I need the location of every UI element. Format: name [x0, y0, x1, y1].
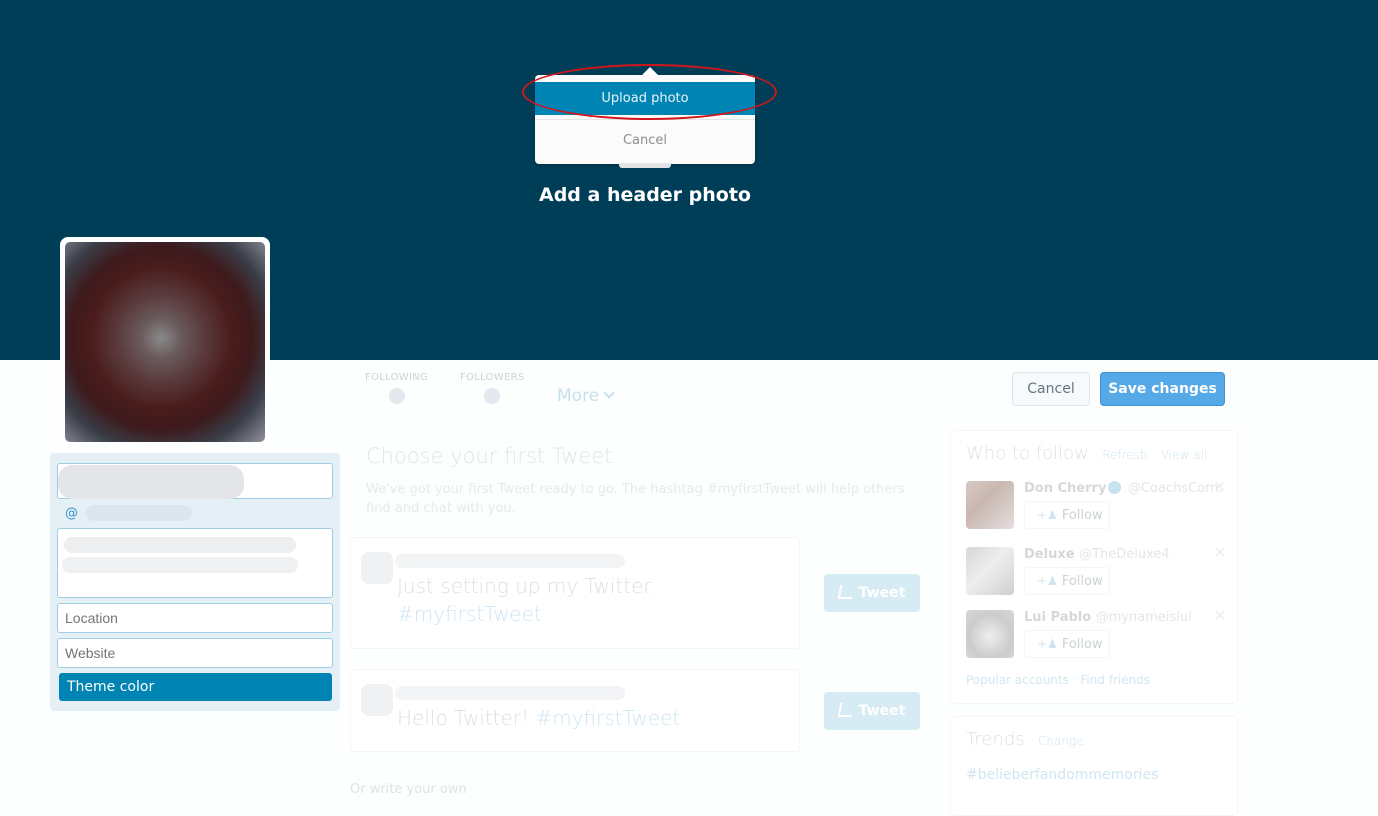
redacted-handle — [86, 505, 192, 521]
add-user-icon: +♟ — [1037, 637, 1058, 651]
tweet-suggestion-text: Just setting up my Twitter. #myfirstTwee… — [397, 572, 656, 628]
who-to-follow-module: Who to follow · Refresh · View all Don C… — [950, 430, 1238, 704]
upload-photo-button[interactable]: Upload photo — [535, 82, 755, 115]
stat-following[interactable]: FOLLOWING — [365, 372, 428, 404]
first-tweet-description: We've got your first Tweet ready to go. … — [366, 482, 905, 516]
dismiss-icon[interactable]: ✕ — [1213, 477, 1226, 496]
redacted-user-name — [395, 554, 625, 568]
who-to-follow-title: Who to follow — [966, 443, 1089, 464]
dismiss-icon[interactable]: ✕ — [1213, 543, 1226, 562]
hashtag-link[interactable]: #myfirstTweet — [397, 602, 542, 626]
chevron-down-icon — [603, 387, 615, 399]
menu-tab — [619, 163, 671, 168]
follow-button[interactable]: +♟ Follow — [1024, 567, 1110, 595]
redacted-name — [58, 465, 244, 499]
trends-header: Trends · Change — [966, 729, 1084, 750]
account-handle: @mynameislui — [1095, 610, 1192, 625]
account-name[interactable]: Don Cherry @CoachsCorn. — [1024, 481, 1223, 496]
who-to-follow-header: Who to follow · Refresh · View all — [966, 443, 1207, 464]
account-avatar[interactable] — [966, 547, 1014, 595]
follow-button[interactable]: +♟ Follow — [1024, 501, 1110, 529]
account-avatar[interactable] — [966, 481, 1014, 529]
menu-divider — [535, 119, 755, 120]
add-user-icon: +♟ — [1037, 574, 1058, 588]
account-handle: @CoachsCorn. — [1127, 481, 1223, 496]
account-name[interactable]: Deluxe @TheDeluxe4 — [1024, 547, 1170, 562]
compose-quill-icon — [837, 703, 854, 717]
name-field[interactable] — [57, 463, 333, 499]
trends-title: Trends — [966, 729, 1025, 750]
avatar-image — [65, 242, 265, 442]
tweet-button[interactable]: Tweet — [824, 692, 920, 730]
cancel-menu-button[interactable]: Cancel — [535, 127, 755, 155]
add-user-icon: +♟ — [1037, 508, 1058, 522]
user-avatar-placeholder — [361, 552, 393, 584]
compose-quill-icon — [837, 585, 854, 599]
redacted-bio-line — [62, 557, 298, 573]
menu-caret — [642, 67, 658, 75]
redacted-user-name — [395, 686, 625, 700]
account-name[interactable]: Lui Pablo @mynameislui — [1024, 610, 1192, 625]
at-symbol: @ — [65, 506, 78, 521]
tweet-suggestion-card: Hello Twitter! #myfirstTweet — [350, 669, 800, 752]
suggested-account: Deluxe @TheDeluxe4 +♟ Follow ✕ — [966, 543, 1231, 597]
tweet-text: Just setting up my Twitter. — [397, 574, 657, 598]
more-dropdown[interactable]: More — [557, 386, 615, 406]
theme-color-button[interactable]: Theme color — [59, 673, 332, 701]
view-all-link[interactable]: · View all — [1153, 448, 1207, 462]
account-handle: @TheDeluxe4 — [1079, 547, 1170, 562]
tweet-text: Hello Twitter! — [397, 706, 530, 730]
suggested-account: Lui Pablo @mynameislui +♟ Follow ✕ — [966, 606, 1231, 660]
verified-badge-icon — [1108, 481, 1122, 494]
tweet-suggestion-card: Just setting up my Twitter. #myfirstTwee… — [350, 537, 800, 649]
website-field[interactable] — [57, 638, 333, 668]
tweet-suggestion-text: Hello Twitter! #myfirstTweet — [397, 704, 680, 732]
stat-label: FOLLOWING — [365, 372, 429, 383]
tweet-button[interactable]: Tweet — [824, 574, 920, 612]
suggested-account: Don Cherry @CoachsCorn. +♟ Follow ✕ — [966, 477, 1231, 531]
tweet-button-label: Tweet — [858, 585, 906, 601]
stat-count-placeholder — [388, 388, 405, 404]
tweet-button-label: Tweet — [858, 703, 906, 719]
photo-options-menu: Upload photo Cancel — [535, 67, 755, 168]
change-trends-link[interactable]: · Change — [1030, 734, 1083, 748]
stat-label: FOLLOWERS — [460, 372, 525, 383]
profile-avatar[interactable] — [60, 237, 270, 443]
bio-field[interactable] — [57, 528, 333, 598]
dismiss-icon[interactable]: ✕ — [1213, 606, 1226, 625]
account-avatar[interactable] — [966, 610, 1014, 658]
who-to-follow-footer: Popular accounts · Find friends — [966, 673, 1150, 687]
write-your-own-label: Or write your own — [350, 782, 467, 797]
trend-link[interactable]: #belieberfandommemories — [966, 767, 1158, 783]
first-tweet-title: Choose your first Tweet — [366, 444, 613, 468]
hashtag-link[interactable]: #myfirstTweet — [535, 706, 680, 730]
location-field[interactable] — [57, 603, 333, 633]
stat-count-placeholder — [484, 388, 501, 404]
redacted-bio-line — [64, 537, 296, 553]
trends-module: Trends · Change #belieberfandommemories — [950, 716, 1238, 816]
user-avatar-placeholder — [361, 684, 393, 716]
save-changes-button[interactable]: Save changes — [1100, 372, 1225, 406]
add-header-photo-label: Add a header photo — [539, 184, 751, 206]
stat-followers[interactable]: FOLLOWERS — [460, 372, 524, 404]
edit-profile-panel: @ Theme color — [50, 453, 340, 711]
find-friends-link[interactable]: · Find friends — [1073, 673, 1150, 687]
more-label: More — [557, 386, 600, 406]
refresh-link[interactable]: · Refresh — [1095, 448, 1148, 462]
follow-button[interactable]: +♟ Follow — [1024, 630, 1110, 658]
cancel-button[interactable]: Cancel — [1012, 372, 1090, 406]
popular-accounts-link[interactable]: Popular accounts — [966, 673, 1069, 687]
